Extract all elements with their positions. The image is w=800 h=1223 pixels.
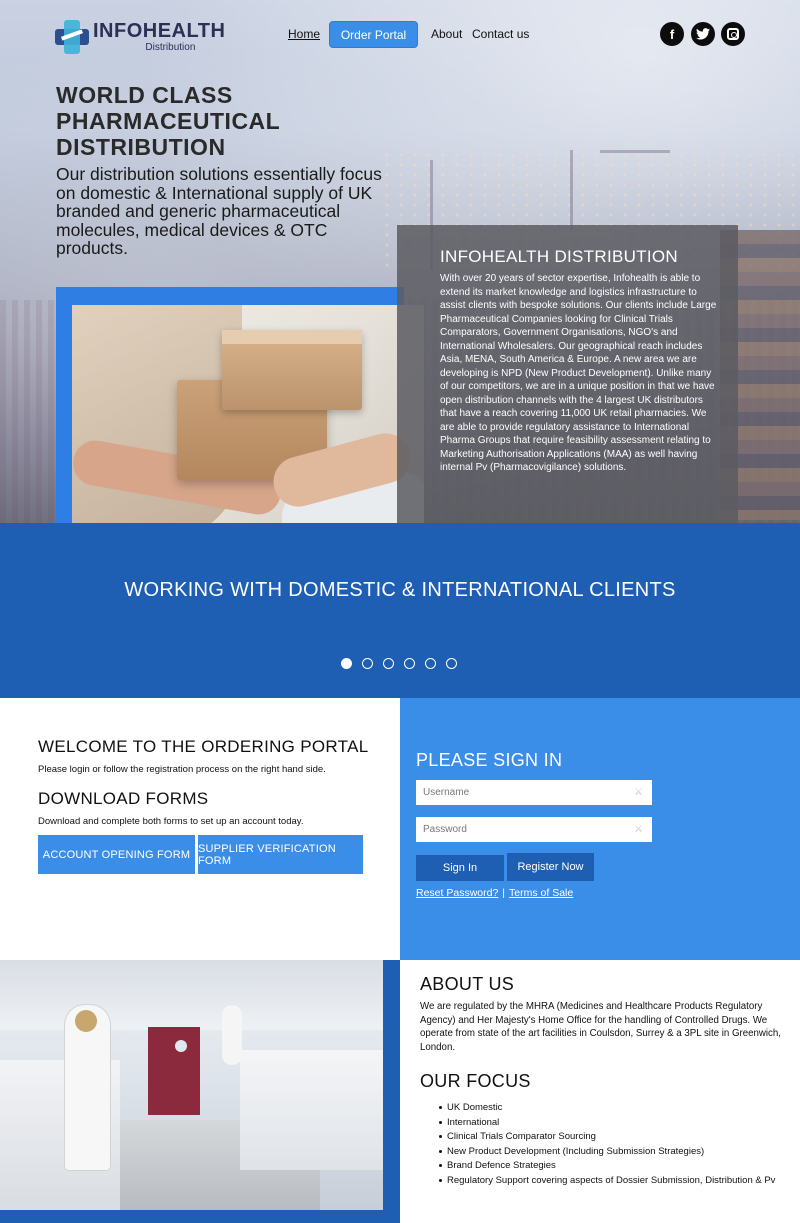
twitter-icon[interactable] (691, 22, 715, 46)
key-icon: ⚔ (634, 824, 643, 835)
carousel-dots (341, 658, 457, 669)
focus-list: UK Domestic International Clinical Trial… (439, 1101, 777, 1188)
hero-text: Our distribution solutions essentially f… (56, 164, 382, 258)
key-icon: ⚔ (634, 787, 643, 798)
focus-title: OUR FOCUS (420, 1071, 531, 1091)
facebook-icon[interactable]: f (660, 22, 684, 46)
info-panel-title: INFOHEALTH DISTRIBUTION (440, 247, 678, 266)
info-panel: INFOHEALTH DISTRIBUTION With over 20 yea… (397, 225, 738, 523)
logo-cross-icon (55, 20, 89, 54)
nav-order-portal-button[interactable]: Order Portal (329, 21, 418, 48)
focus-item: Regulatory Support covering aspects of D… (439, 1174, 776, 1186)
instagram-glyph (727, 28, 739, 40)
info-panel-body: With over 20 years of sector expertise, … (440, 273, 717, 473)
carousel-dot-3[interactable] (383, 658, 394, 669)
focus-item: Clinical Trials Comparator Sourcing (439, 1130, 777, 1144)
about-text: We are regulated by the MHRA (Medicines … (420, 1001, 781, 1053)
scientist-figure (222, 1005, 242, 1065)
clients-banner (0, 523, 800, 698)
download-forms-title: DOWNLOAD FORMS (38, 789, 209, 808)
focus-item: New Product Development (Including Submi… (439, 1145, 777, 1159)
delivery-photo (72, 305, 424, 540)
cardboard-box (222, 330, 362, 410)
username-placeholder: Username (423, 787, 470, 798)
crane-decoration (600, 150, 670, 153)
account-links: Reset Password? | Terms of Sale (416, 887, 573, 899)
password-placeholder: Password (423, 824, 467, 835)
hero-title: WORLD CLASS PHARMACEUTICAL DISTRIBUTION (56, 82, 281, 160)
sign-in-title: PLEASE SIGN IN (416, 750, 563, 770)
nav-contact[interactable]: Contact us (472, 27, 529, 41)
welcome-text: Please login or follow the registration … (38, 764, 326, 775)
laboratory-photo (0, 960, 383, 1210)
crane-decoration (570, 150, 573, 230)
carousel-dot-1[interactable] (341, 658, 352, 669)
nav-about[interactable]: About (431, 27, 462, 41)
reset-password-link[interactable]: Reset Password? (416, 887, 498, 899)
register-now-button[interactable]: Register Now (507, 853, 594, 881)
password-input[interactable]: Password ⚔ (416, 817, 652, 842)
facebook-glyph: f (669, 26, 675, 42)
focus-item: Brand Defence Strategies (439, 1159, 777, 1173)
terms-of-sale-link[interactable]: Terms of Sale (509, 887, 573, 899)
twitter-bird-icon (696, 28, 710, 40)
about-title: ABOUT US (420, 974, 515, 994)
link-separator: | (502, 887, 506, 899)
banner-title: WORKING WITH DOMESTIC & INTERNATIONAL CL… (124, 579, 676, 601)
carousel-dot-2[interactable] (362, 658, 373, 669)
logo[interactable]: INFOHEALTH Distribution (55, 20, 225, 54)
supplier-verification-form-button[interactable]: SUPPLIER VERIFICATION FORM (198, 835, 363, 874)
carousel-dot-6[interactable] (446, 658, 457, 669)
carousel-dot-4[interactable] (404, 658, 415, 669)
welcome-title: WELCOME TO THE ORDERING PORTAL (38, 737, 369, 756)
download-forms-text: Download and complete both forms to set … (38, 816, 304, 827)
username-input[interactable]: Username ⚔ (416, 780, 652, 805)
focus-item: International (439, 1116, 777, 1130)
account-opening-form-button[interactable]: ACCOUNT OPENING FORM (38, 835, 195, 874)
instagram-icon[interactable] (721, 22, 745, 46)
sign-in-button[interactable]: Sign In (416, 855, 504, 881)
lab-door (148, 1027, 200, 1115)
focus-item: UK Domestic (439, 1101, 777, 1115)
nav-home[interactable]: Home (288, 27, 320, 41)
logo-subtitle: Distribution (145, 42, 196, 53)
logo-name: INFOHEALTH (93, 20, 226, 42)
carousel-dot-5[interactable] (425, 658, 436, 669)
